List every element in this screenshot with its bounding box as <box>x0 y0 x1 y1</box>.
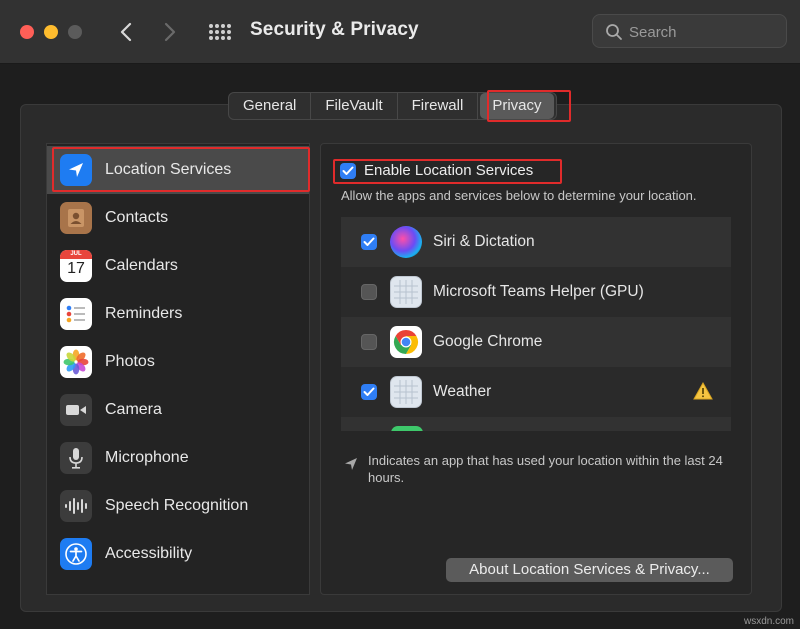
checkmark-icon <box>363 237 375 246</box>
sidebar-item-label: Contacts <box>105 209 169 226</box>
calendar-icon: JUL 17 <box>60 250 92 282</box>
sidebar-item-label: Location Services <box>105 161 232 178</box>
app-name: Google Chrome <box>433 333 543 350</box>
note-text: Indicates an app that has used your loca… <box>368 453 723 485</box>
app-checkbox[interactable] <box>361 384 377 400</box>
waveform-icon <box>60 490 92 522</box>
sidebar-item-label: Reminders <box>105 305 183 322</box>
app-name: Weather <box>433 383 492 400</box>
list-item[interactable]: Siri & Dictation <box>341 217 731 267</box>
reminders-list-icon <box>60 298 92 330</box>
close-window-button[interactable] <box>20 25 34 39</box>
chevron-right-icon <box>164 22 176 42</box>
sidebar-item-microphone[interactable]: Microphone <box>47 434 309 482</box>
sidebar-item-label: Microphone <box>105 449 189 466</box>
zoom-window-button[interactable] <box>68 25 82 39</box>
list-item <box>341 417 731 431</box>
sidebar-item-reminders[interactable]: Reminders <box>47 290 309 338</box>
sidebar-item-contacts[interactable]: Contacts <box>47 194 309 242</box>
sidebar-item-calendars[interactable]: JUL 17 Calendars <box>47 242 309 290</box>
enable-location-checkbox[interactable] <box>340 162 356 179</box>
chevron-left-icon <box>120 22 132 42</box>
app-checkbox[interactable] <box>361 284 377 300</box>
generic-app-icon <box>390 376 422 408</box>
search-icon <box>606 24 622 40</box>
grid-icon <box>209 24 231 40</box>
sidebar-item-label: Photos <box>105 353 155 370</box>
back-button[interactable] <box>112 18 140 46</box>
privacy-sidebar: Location Services Contacts JUL 17 Calend… <box>46 143 310 595</box>
photos-flower-icon <box>60 346 92 378</box>
sidebar-item-accessibility[interactable]: Accessibility <box>47 530 309 578</box>
location-arrow-icon <box>60 154 92 186</box>
camera-icon <box>60 394 92 426</box>
sidebar-item-label: Camera <box>105 401 162 418</box>
app-checkbox[interactable] <box>361 334 377 350</box>
location-usage-note: Indicates an app that has used your loca… <box>342 452 732 486</box>
sidebar-item-label: Calendars <box>105 257 178 274</box>
microphone-icon <box>60 442 92 474</box>
sidebar-item-label: Speech Recognition <box>105 497 249 514</box>
sidebar-item-label: Accessibility <box>105 545 193 562</box>
tab-general[interactable]: General <box>229 93 312 119</box>
minimize-window-button[interactable] <box>44 25 58 39</box>
list-item[interactable]: Microsoft Teams Helper (GPU) <box>341 267 731 317</box>
window-title: Security & Privacy <box>250 19 419 40</box>
sidebar-item-speech-recognition[interactable]: Speech Recognition <box>47 482 309 530</box>
checkmark-icon <box>363 387 375 396</box>
list-item[interactable]: Weather <box>341 367 731 417</box>
sidebar-item-camera[interactable]: Camera <box>47 386 309 434</box>
sidebar-item-location-services[interactable]: Location Services <box>47 146 309 194</box>
accessibility-icon <box>60 538 92 570</box>
sidebar-item-photos[interactable]: Photos <box>47 338 309 386</box>
tab-privacy[interactable]: Privacy <box>480 93 554 119</box>
show-all-button[interactable] <box>206 18 234 46</box>
app-checkbox[interactable] <box>361 234 377 250</box>
checkmark-icon <box>342 166 354 175</box>
location-description: Allow the apps and services below to det… <box>341 188 697 203</box>
enable-location-services-row[interactable]: Enable Location Services <box>340 162 533 179</box>
contacts-book-icon <box>60 202 92 234</box>
siri-icon <box>390 226 422 258</box>
forward-button[interactable] <box>156 18 184 46</box>
about-location-privacy-button[interactable]: About Location Services & Privacy... <box>446 558 733 582</box>
tab-bar: General FileVault Firewall Privacy <box>228 92 557 120</box>
chrome-icon <box>390 326 422 358</box>
enable-location-label: Enable Location Services <box>364 162 534 179</box>
list-item[interactable]: Google Chrome <box>341 317 731 367</box>
generic-app-icon <box>390 276 422 308</box>
search-box[interactable] <box>592 14 787 48</box>
location-arrow-icon <box>345 458 357 470</box>
tab-firewall[interactable]: Firewall <box>398 93 479 119</box>
title-bar: Security & Privacy <box>0 0 800 64</box>
app-name: Siri & Dictation <box>433 233 535 250</box>
app-name: Microsoft Teams Helper (GPU) <box>433 283 644 300</box>
warning-icon <box>693 382 713 400</box>
app-list[interactable]: Siri & Dictation Microsoft Teams Helper … <box>341 217 731 431</box>
tab-filevault[interactable]: FileVault <box>311 93 398 119</box>
watermark: wsxdn.com <box>743 616 794 627</box>
search-input[interactable] <box>629 21 779 43</box>
